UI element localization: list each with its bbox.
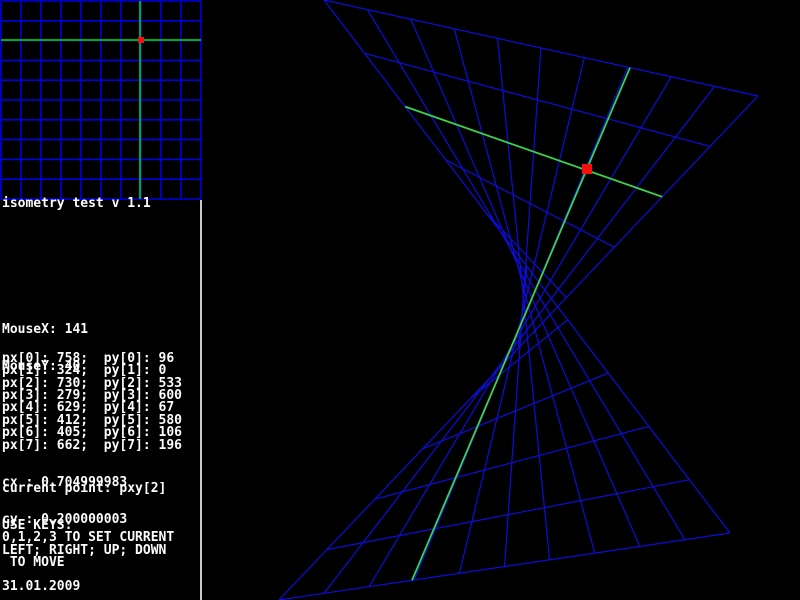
- figure-ruling-lines: [278, 0, 759, 600]
- figure-current-ruling-line: [411, 67, 631, 581]
- minimap-grid: [0, 0, 202, 200]
- minimap-cursor-dot: [138, 37, 144, 43]
- credits-date: 31.01.2009: [2, 578, 81, 594]
- point-coords-line: px[7]: 662; py[7]: 196: [2, 437, 183, 453]
- figure-current-point-marker: [582, 164, 592, 174]
- minimap[interactable]: [0, 0, 202, 200]
- figure-transverse-lines: [278, 0, 759, 600]
- isometry-figure: [278, 0, 759, 600]
- current-point-label: current point: pxy[2]: [2, 480, 167, 496]
- credits: 31.01.2009 Zheleznov Andrey Ivanovich: [2, 556, 127, 600]
- point-list: px[0]: 758; py[0]: 96 px[1]: 324; py[1]: …: [2, 352, 183, 453]
- app-screen: isometry test v 1.1 MouseX: 141 MouseY: …: [0, 0, 800, 600]
- app-title: isometry test v 1.1: [2, 196, 151, 211]
- figure-current-transverse-line: [404, 105, 663, 198]
